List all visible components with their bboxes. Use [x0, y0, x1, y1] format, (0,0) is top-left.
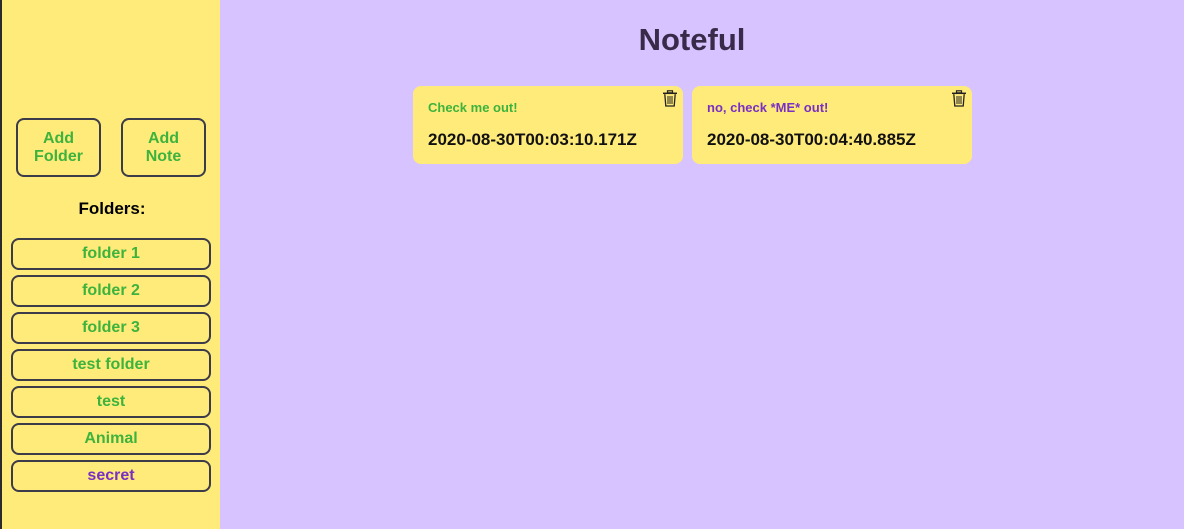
folder-item-folder-3[interactable]: folder 3 — [11, 312, 211, 344]
folder-item-animal[interactable]: Animal — [11, 423, 211, 455]
folder-item-test-folder[interactable]: test folder — [11, 349, 211, 381]
folder-item-test[interactable]: test — [11, 386, 211, 418]
folder-list: folder 1 folder 2 folder 3 test folder t… — [11, 238, 211, 497]
note-card: no, check *ME* out! 2020-08-30T00:04:40.… — [692, 86, 972, 164]
folder-item-secret[interactable]: secret — [11, 460, 211, 492]
note-title-link[interactable]: Check me out! — [428, 100, 518, 115]
note-modified-date: 2020-08-30T00:03:10.171Z — [428, 130, 637, 149]
sidebar: Add Folder Add Note Folders: folder 1 fo… — [0, 0, 220, 529]
add-folder-label: Add Folder — [34, 129, 83, 165]
note-card: Check me out! 2020-08-30T00:03:10.171Z — [413, 86, 683, 164]
add-note-button[interactable]: Add Note — [121, 118, 206, 177]
add-folder-button[interactable]: Add Folder — [16, 118, 101, 177]
delete-note-button[interactable] — [662, 90, 678, 107]
note-title-link[interactable]: no, check *ME* out! — [707, 100, 828, 115]
app-root: Add Folder Add Note Folders: folder 1 fo… — [0, 0, 1184, 529]
folder-item-folder-2[interactable]: folder 2 — [11, 275, 211, 307]
delete-note-button[interactable] — [951, 90, 967, 107]
page-title: Noteful — [638, 22, 746, 57]
note-modified-date: 2020-08-30T00:04:40.885Z — [707, 130, 916, 149]
folder-item-folder-1[interactable]: folder 1 — [11, 238, 211, 270]
add-note-label: Add Note — [145, 129, 182, 165]
folders-heading: Folders: — [78, 199, 146, 218]
trash-icon — [663, 90, 677, 107]
trash-icon — [952, 90, 966, 107]
